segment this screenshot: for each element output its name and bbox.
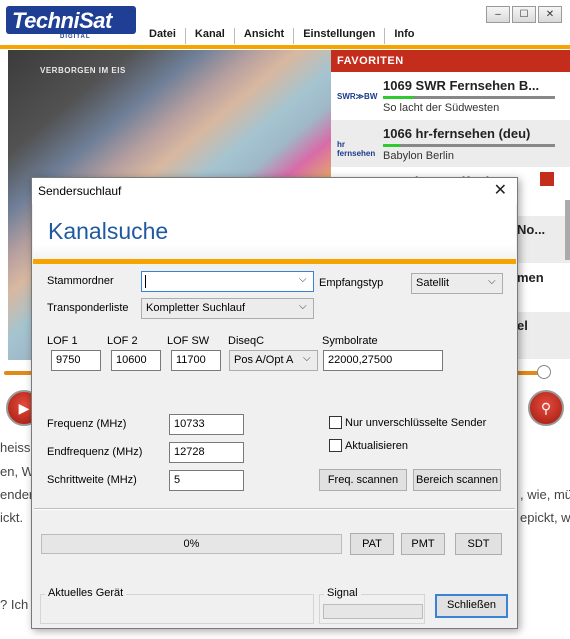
chevron-down-icon: ⌵	[299, 274, 307, 285]
background-text: ? Ich	[0, 597, 29, 612]
background-text: en, W	[0, 464, 34, 479]
endfrequenz-input[interactable]: 12728	[169, 442, 244, 463]
channel-program: Babylon Berlin	[383, 150, 454, 162]
empfangstyp-label: Empfangstyp	[319, 277, 384, 289]
transponderliste-label: Transponderliste	[47, 302, 129, 314]
channel-title: No...	[517, 222, 546, 237]
dialog-title: Sendersuchlauf	[38, 184, 122, 198]
nur-unverschluesselt-label: Nur unverschlüsselte Sender	[345, 417, 487, 429]
aktuelles-geraet-label: Aktuelles Gerät	[45, 587, 127, 599]
menu-bar: Datei Kanal Ansicht Einstellungen Info	[140, 28, 424, 44]
favorites-scrollbar[interactable]	[565, 200, 570, 260]
empfangstyp-select[interactable]: Satellit ⌵	[411, 273, 503, 294]
background-text: ender	[0, 487, 34, 502]
schrittweite-input[interactable]: 5	[169, 470, 244, 491]
lof1-label: LOF 1	[47, 335, 78, 347]
frequenz-input[interactable]: 10733	[169, 414, 244, 435]
transponderliste-select[interactable]: Kompletter Suchlauf ⌵	[141, 298, 314, 319]
diseqc-label: DiseqC	[228, 335, 265, 347]
empfangstyp-value: Satellit	[416, 277, 450, 289]
menu-info[interactable]: Info	[385, 28, 423, 44]
lofsw-input[interactable]: 11700	[171, 350, 221, 371]
dialog-accent-line	[33, 259, 516, 264]
schrittweite-label: Schrittweite (MHz)	[47, 474, 137, 486]
pat-button[interactable]: PAT	[350, 533, 394, 555]
channel-title: men	[517, 270, 544, 285]
frequenz-label: Frequenz (MHz)	[47, 418, 127, 430]
logo-text: TechniSat	[12, 8, 112, 33]
menu-datei[interactable]: Datei	[140, 28, 186, 44]
bereich-scannen-button[interactable]: Bereich scannen	[413, 469, 501, 491]
stammordner-combo[interactable]: ⌵	[141, 271, 314, 292]
progress-text: 0%	[183, 538, 200, 550]
window-controls: – ☐ ✕	[486, 6, 562, 23]
video-overlay-text: VERBORGEN IM EIS	[40, 66, 126, 75]
menu-ansicht[interactable]: Ansicht	[235, 28, 295, 44]
favorite-item[interactable]: SWR≫BW 1069 SWR Fernsehen B... So lacht …	[331, 72, 570, 120]
aktualisieren-checkbox[interactable]	[329, 439, 342, 452]
channel-signal-fill	[383, 144, 401, 147]
minimize-button[interactable]: –	[486, 6, 510, 23]
symbolrate-input[interactable]: 22000,27500	[323, 350, 443, 371]
lof2-input[interactable]: 10600	[111, 350, 161, 371]
technisat-logo: TechniSat ® DIGITAL	[6, 6, 136, 40]
channel-signal-fill	[383, 96, 414, 99]
sendersuchlauf-dialog: Sendersuchlauf ✕ Kanalsuche Stammordner …	[31, 177, 518, 629]
chevron-down-icon: ⌵	[303, 353, 311, 364]
dialog-titlebar: Sendersuchlauf ✕	[32, 178, 517, 204]
diseqc-select[interactable]: Pos A/Opt A ⌵	[229, 350, 318, 371]
favorite-item[interactable]: hr fernsehen 1066 hr-fernsehen (deu) Bab…	[331, 120, 570, 168]
stammordner-label: Stammordner	[47, 275, 114, 287]
background-text: ickt.	[0, 510, 24, 525]
dialog-header: Kanalsuche	[33, 204, 516, 262]
channel-logo: hr fernsehen	[337, 140, 376, 158]
registered-mark: ®	[127, 6, 133, 15]
chevron-down-icon: ⌵	[488, 276, 496, 287]
diseqc-value: Pos A/Opt A	[234, 354, 294, 366]
lof2-label: LOF 2	[107, 335, 138, 347]
logo-subtext: DIGITAL	[60, 34, 91, 40]
aktualisieren-label: Aktualisieren	[345, 440, 408, 452]
separator-highlight	[34, 509, 515, 510]
nur-unverschluesselt-checkbox[interactable]	[329, 416, 342, 429]
expand-icon[interactable]	[540, 172, 554, 186]
signal-meter	[323, 604, 423, 619]
freq-scannen-button[interactable]: Freq. scannen	[319, 469, 407, 491]
channel-title: 1066 hr-fernsehen (deu)	[383, 126, 531, 141]
lof1-input[interactable]: 9750	[51, 350, 101, 371]
text-caret	[145, 275, 146, 288]
symbolrate-label: Symbolrate	[322, 335, 378, 347]
endfrequenz-label: Endfrequenz (MHz)	[47, 446, 143, 458]
background-text: epickt, w	[520, 510, 570, 525]
dialog-close-icon[interactable]: ✕	[494, 181, 507, 201]
background-text: heiss	[0, 440, 31, 455]
schliessen-button[interactable]: Schließen	[435, 594, 508, 618]
pmt-button[interactable]: PMT	[401, 533, 445, 555]
menu-kanal[interactable]: Kanal	[186, 28, 235, 44]
channel-logo: SWR≫BW	[337, 92, 378, 101]
lofsw-label: LOF SW	[167, 335, 210, 347]
sdt-button[interactable]: SDT	[455, 533, 502, 555]
close-window-button[interactable]: ✕	[538, 6, 562, 23]
menu-einstellungen[interactable]: Einstellungen	[294, 28, 386, 44]
channel-title: 1069 SWR Fernsehen B...	[383, 78, 540, 93]
channel-signal-bar	[383, 144, 555, 147]
background-text: , wie, mü	[520, 487, 570, 502]
search-button[interactable]: ⚲	[528, 390, 564, 426]
maximize-button[interactable]: ☐	[512, 6, 536, 23]
favorites-header: FAVORITEN	[331, 50, 570, 72]
transponderliste-value: Kompletter Suchlauf	[146, 302, 246, 314]
header-accent-line	[0, 45, 570, 49]
seek-handle[interactable]	[537, 365, 551, 379]
channel-program: So lacht der Südwesten	[383, 102, 500, 114]
channel-title: el	[517, 318, 528, 333]
search-icon: ⚲	[540, 400, 552, 416]
signal-label: Signal	[324, 587, 361, 599]
chevron-down-icon: ⌵	[299, 301, 307, 312]
scan-progress-bar: 0%	[41, 534, 342, 554]
channel-signal-bar	[383, 96, 555, 99]
dialog-heading: Kanalsuche	[48, 218, 169, 244]
app-top-bar: TechniSat ® DIGITAL Datei Kanal Ansicht …	[0, 0, 570, 45]
